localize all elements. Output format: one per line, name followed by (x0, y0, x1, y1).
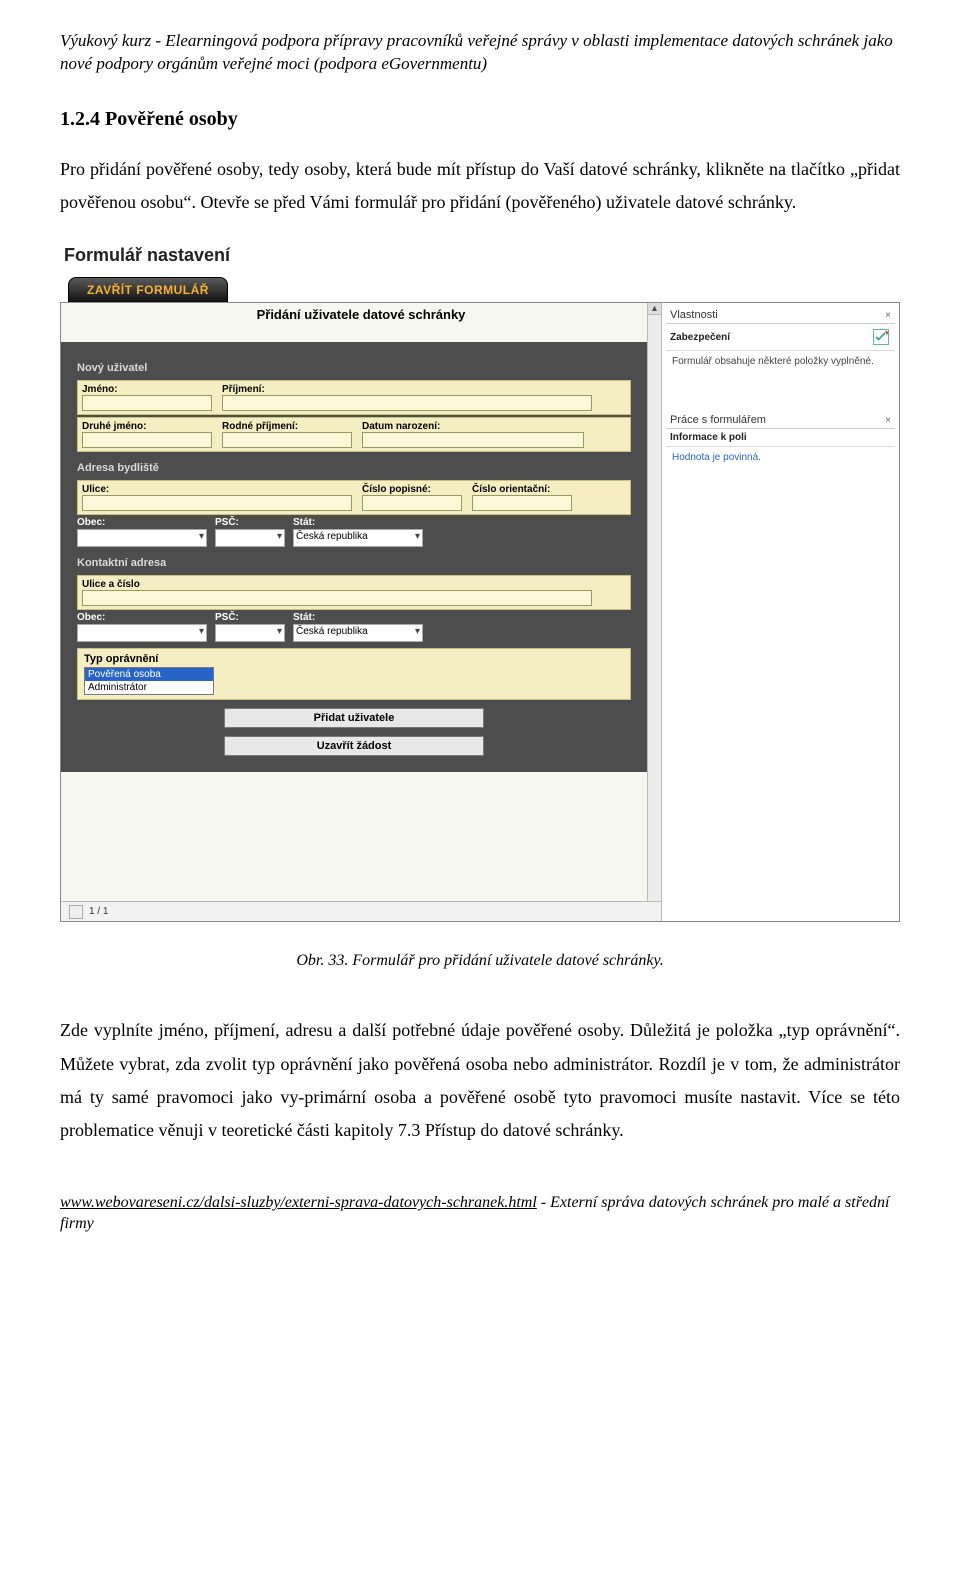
footer-url[interactable]: www.webovareseni.cz/dalsi-sluzby/externi… (60, 1194, 537, 1211)
label-rodne: Rodné příjmení: (222, 421, 352, 432)
select-psc[interactable] (215, 529, 285, 547)
stat-value: Česká republika (296, 531, 368, 542)
select-psc2[interactable] (215, 624, 285, 642)
typ-opravneni-block: Typ oprávnění Pověřená osoba Administrát… (77, 648, 631, 700)
label-typ-opravneni: Typ oprávnění (84, 653, 624, 665)
close-form-tab[interactable]: ZAVŘÍT FORMULÁŘ (68, 277, 228, 302)
security-icon (871, 327, 891, 347)
select-stat[interactable]: Česká republika (293, 529, 423, 547)
input-ulice[interactable] (82, 495, 352, 511)
side-panel1-title: Vlastnosti (670, 309, 718, 321)
section-kontakt: Kontaktní adresa (77, 557, 631, 569)
stat2-value: Česká republika (296, 626, 368, 637)
input-ulice-cislo[interactable] (82, 590, 592, 606)
intro-paragraph: Pro přidání pověřené osoby, tedy osoby, … (60, 153, 900, 220)
label-stat2: Stát: (293, 612, 423, 623)
status-bar: 1 / 1 (61, 901, 661, 921)
side-panel: Vlastnosti × Zabezpečení Formulář obsahu… (661, 303, 899, 921)
form-settings-title: Formulář nastavení (60, 245, 900, 274)
label-psc2: PSČ: (215, 612, 285, 623)
page-icon (69, 905, 83, 919)
input-druhe[interactable] (82, 432, 212, 448)
permission-list[interactable]: Pověřená osoba Administrátor (84, 667, 214, 695)
permission-option[interactable]: Administrátor (85, 681, 213, 694)
side-panel2-sub-label: Informace k poli (670, 432, 747, 443)
input-jmeno[interactable] (82, 395, 212, 411)
side-panel2-title: Práce s formulářem (670, 414, 766, 426)
tab-bar: ZAVŘÍT FORMULÁŘ (60, 274, 900, 302)
select-obec[interactable] (77, 529, 207, 547)
side-panel2-sub: Informace k poli (666, 429, 895, 447)
row-name2: Druhé jméno: Rodné příjmení: Datum naroz… (77, 417, 631, 452)
row-obec: Obec: PSČ: Stát: Česká republika (77, 517, 631, 547)
label-druhe: Druhé jméno: (82, 421, 212, 432)
label-prijmeni: Příjmení: (222, 384, 592, 395)
label-jmeno: Jméno: (82, 384, 212, 395)
label-datum: Datum narození: (362, 421, 584, 432)
side-panel1-sub-label: Zabezpečení (670, 332, 730, 343)
select-obec2[interactable] (77, 624, 207, 642)
input-datum[interactable] (362, 432, 584, 448)
form-heading: Přidání uživatele datové schránky (61, 303, 661, 332)
row-obec2: Obec: PSČ: Stát: Česká republika (77, 612, 631, 642)
form-window: Přidání uživatele datové schránky Nový u… (60, 302, 900, 922)
section-heading: 1.2.4 Pověřené osoby (60, 108, 900, 131)
embedded-screenshot: Formulář nastavení ZAVŘÍT FORMULÁŘ Přidá… (60, 245, 900, 922)
input-prijmeni[interactable] (222, 395, 592, 411)
side-panel1-sub: Zabezpečení (666, 324, 895, 351)
input-rodne[interactable] (222, 432, 352, 448)
footer: www.webovareseni.cz/dalsi-sluzby/externi… (60, 1192, 900, 1235)
select-stat2[interactable]: Česká republika (293, 624, 423, 642)
label-psc: PSČ: (215, 517, 285, 528)
label-obec2: Obec: (77, 612, 207, 623)
close-request-button[interactable]: Uzavřít žádost (224, 736, 484, 756)
permission-option-selected[interactable]: Pověřená osoba (85, 668, 213, 681)
side-panel1-text: Formulář obsahuje některé položky vyplně… (666, 351, 895, 372)
close-icon[interactable]: × (885, 415, 891, 426)
input-co[interactable] (472, 495, 572, 511)
label-co: Číslo orientační: (472, 484, 572, 495)
form-main-area: Přidání uživatele datové schránky Nový u… (61, 303, 661, 921)
side-panel1-header: Vlastnosti × (666, 307, 895, 324)
vertical-scrollbar[interactable] (647, 303, 661, 921)
figure-caption: Obr. 33. Formulář pro přidání uživatele … (60, 952, 900, 970)
side-panel2-text: Hodnota je povinná. (666, 447, 895, 468)
label-obec: Obec: (77, 517, 207, 528)
close-icon[interactable]: × (885, 310, 891, 321)
label-ulice: Ulice: (82, 484, 352, 495)
section-new-user: Nový uživatel (77, 362, 631, 374)
label-ulice-cislo: Ulice a číslo (82, 579, 626, 590)
row-ulice: Ulice: Číslo popisné: Číslo orientační: (77, 480, 631, 515)
form-dark-panel: Nový uživatel Jméno: Příjmení: Druhé jmé… (61, 342, 647, 772)
row-name: Jméno: Příjmení: (77, 380, 631, 415)
page-header: Výukový kurz - Elearningová podpora příp… (60, 30, 900, 76)
body-paragraph-2: Zde vyplníte jméno, příjmení, adresu a d… (60, 1014, 900, 1147)
page-indicator: 1 / 1 (89, 906, 108, 917)
label-stat: Stát: (293, 517, 423, 528)
section-adresa: Adresa bydliště (77, 462, 631, 474)
add-user-button[interactable]: Přidat uživatele (224, 708, 484, 728)
input-cp[interactable] (362, 495, 462, 511)
row-ulice-cislo: Ulice a číslo (77, 575, 631, 610)
side-panel2-header: Práce s formulářem × (666, 412, 895, 429)
label-cp: Číslo popisné: (362, 484, 462, 495)
